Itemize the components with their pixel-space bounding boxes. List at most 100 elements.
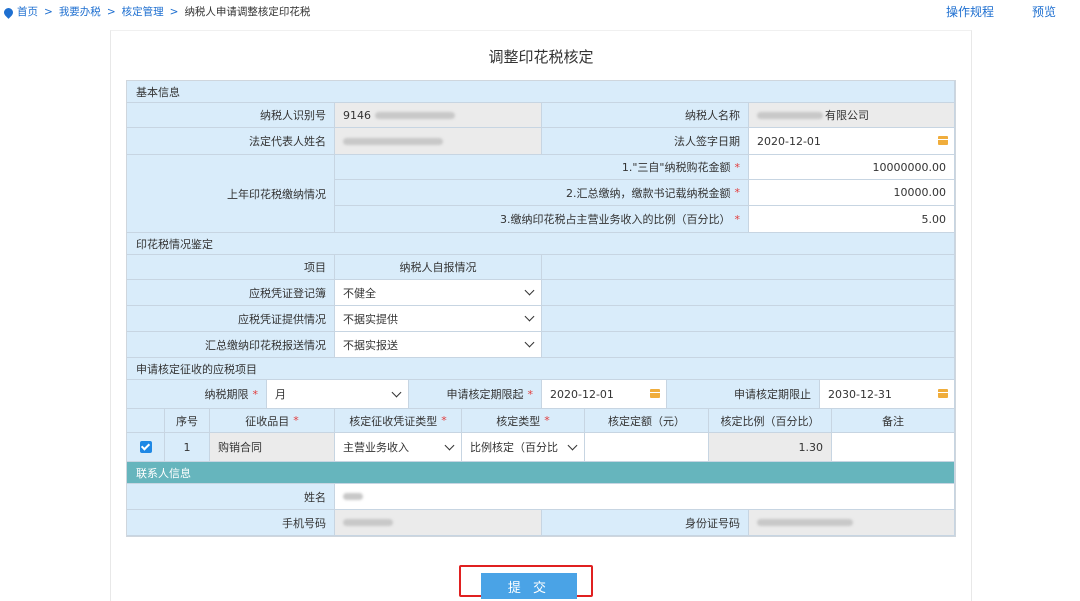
breadcrumb-current: 纳税人申请调整核定印花税 (184, 6, 311, 18)
sign-date-value: 2020-12-01 (757, 134, 821, 148)
empty-cell (542, 280, 955, 306)
required-mark: * (544, 414, 550, 427)
remark-input[interactable] (832, 433, 955, 462)
voucher-type-value: 主营业务收入 (343, 441, 409, 454)
col-check-type: 核定类型 * (462, 409, 585, 433)
required-mark: * (252, 387, 259, 401)
col-item: 征收品目 * (210, 409, 335, 433)
legal-rep-field (335, 128, 542, 155)
item1-label: 1."三自"纳税购花金额 * (335, 155, 749, 180)
required-mark: * (734, 160, 741, 174)
breadcrumb-separator: > (169, 5, 179, 18)
required-mark: * (734, 186, 741, 199)
appraisal-row-label: 应税凭证登记簿 (127, 280, 335, 306)
appraisal-row-label: 汇总缴纳印花税报送情况 (127, 332, 335, 358)
col-no: 序号 (165, 409, 210, 433)
sign-date-input[interactable]: 2020-12-01 (749, 128, 955, 155)
chevron-down-icon (524, 337, 535, 348)
item2-label-text: 2.汇总缴纳，缴款书记载纳税金额 (566, 186, 731, 200)
ratio-value: 1.30 (709, 433, 832, 462)
legal-rep-label: 法定代表人姓名 (127, 128, 335, 155)
breadcrumb-management[interactable]: 核定管理 (122, 4, 164, 19)
breadcrumb-separator: > (106, 5, 116, 18)
summary-report-value: 不据实报送 (343, 338, 398, 352)
quota-input[interactable] (585, 433, 709, 462)
ledger-select-value: 不健全 (343, 286, 376, 300)
taxpayer-name-label: 纳税人名称 (542, 103, 749, 128)
breadcrumb-home[interactable]: 首页 (17, 4, 38, 19)
submit-button[interactable]: 提 交 (481, 573, 577, 599)
required-mark: * (527, 387, 534, 401)
location-pin-icon (2, 6, 15, 19)
taxpayer-name-field: 有限公司 (749, 103, 955, 128)
summary-report-select[interactable]: 不据实报送 (335, 332, 542, 358)
chevron-down-icon (524, 311, 535, 322)
appraisal-row-label: 应税凭证提供情况 (127, 306, 335, 332)
appraisal-col-item: 项目 (127, 255, 335, 280)
voucher-provision-value: 不据实提供 (343, 312, 398, 326)
row-no: 1 (165, 433, 210, 462)
section-basic-info: 基本信息 (127, 81, 955, 103)
contact-name-input[interactable] (335, 484, 955, 510)
last-year-label: 上年印花税缴纳情况 (127, 155, 335, 233)
submit-highlight: 提 交 (459, 565, 593, 599)
row-item: 购销合同 (210, 433, 335, 462)
voucher-type-select[interactable]: 主营业务收入 (335, 433, 462, 462)
period-select-value: 月 (275, 388, 286, 401)
taxpayer-id-value: 9146 (343, 108, 371, 122)
item2-input[interactable]: 10000.00 (749, 180, 955, 206)
check-type-value: 比例核定（百分比 (470, 441, 558, 454)
appraisal-col-self: 纳税人自报情况 (335, 255, 542, 280)
masked-value (757, 519, 853, 526)
col-remark: 备注 (832, 409, 955, 433)
taxpayer-id-label: 纳税人识别号 (127, 103, 335, 128)
item2-label: 2.汇总缴纳，缴款书记载纳税金额 * (335, 180, 749, 206)
calendar-icon[interactable] (650, 389, 660, 398)
calendar-icon[interactable] (938, 389, 948, 398)
item1-input[interactable]: 10000000.00 (749, 155, 955, 180)
phone-field (335, 510, 542, 536)
empty-cell (542, 306, 955, 332)
voucher-provision-select[interactable]: 不据实提供 (335, 306, 542, 332)
item1-label-text: 1."三自"纳税购花金额 (621, 161, 731, 174)
ledger-select[interactable]: 不健全 (335, 280, 542, 306)
rules-link[interactable]: 操作规程 (946, 3, 994, 20)
breadcrumb-separator: > (44, 5, 53, 18)
row-checkbox[interactable] (139, 441, 152, 453)
chevron-down-icon (567, 440, 578, 450)
chevron-down-icon (444, 440, 455, 450)
breadcrumb: 首页 > 我要办税 > 核定管理 > 纳税人申请调整核定印花税 (2, 4, 311, 19)
start-date-label-text: 申请核定期限起 (446, 388, 524, 401)
start-date-label: 申请核定期限起 * (409, 380, 542, 409)
col-checkbox (127, 409, 165, 433)
taxpayer-name-value: 有限公司 (825, 109, 869, 122)
required-mark: * (293, 414, 299, 427)
top-bar: 首页 > 我要办税 > 核定管理 > 纳税人申请调整核定印花税 操作规程 预览 (0, 0, 1080, 22)
top-links: 操作规程 预览 (946, 3, 1056, 20)
period-select[interactable]: 月 (267, 380, 409, 409)
phone-label: 手机号码 (127, 510, 335, 536)
preview-link[interactable]: 预览 (1032, 3, 1056, 20)
masked-value (343, 493, 363, 500)
start-date-input[interactable]: 2020-12-01 (542, 380, 667, 409)
breadcrumb-tax[interactable]: 我要办税 (59, 4, 101, 19)
required-mark: * (441, 414, 447, 427)
end-date-value: 2030-12-31 (828, 387, 892, 401)
item3-input[interactable]: 5.00 (749, 206, 955, 233)
id-number-label: 身份证号码 (542, 510, 749, 536)
form-title: 调整印花税核定 (488, 48, 594, 66)
period-label: 纳税期限 * (127, 380, 267, 409)
col-quota: 核定定额（元） (585, 409, 709, 433)
chevron-down-icon (391, 387, 402, 397)
calendar-icon[interactable] (938, 136, 948, 145)
section-application: 申请核定征收的应税项目 (127, 358, 955, 380)
masked-value (375, 111, 455, 119)
chevron-down-icon (524, 285, 535, 296)
section-contact: 联系人信息 (127, 462, 955, 484)
start-date-value: 2020-12-01 (550, 387, 614, 401)
item3-label: 3.缴纳印花税占主营业务收入的比例（百分比） * (335, 206, 749, 233)
check-type-select[interactable]: 比例核定（百分比 (462, 433, 585, 462)
required-mark: * (734, 212, 741, 226)
col-item-text: 征收品目 (245, 414, 290, 428)
end-date-input[interactable]: 2030-12-31 (820, 380, 955, 409)
